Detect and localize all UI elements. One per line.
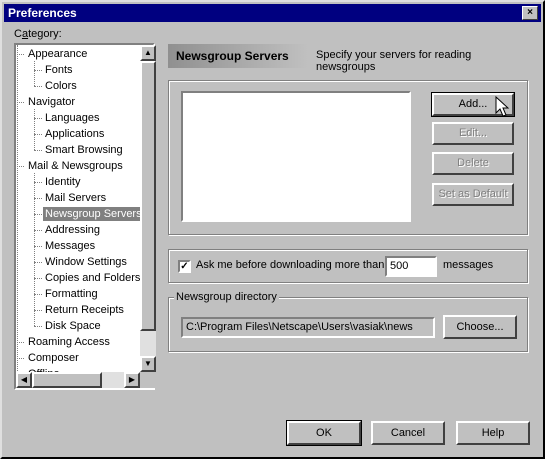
window-title: Preferences	[8, 6, 77, 20]
directory-path-field: C:\Program Files\Netscape\Users\vasiak\n…	[181, 317, 435, 338]
tree-item[interactable]: Formatting	[43, 287, 100, 301]
tree-connector	[34, 294, 42, 295]
tree-connector	[34, 150, 42, 151]
edit-button[interactable]: Edit...	[432, 122, 514, 145]
tree-connector	[34, 310, 42, 311]
h-scroll-thumb[interactable]	[32, 372, 102, 388]
panel-title: Newsgroup Servers	[176, 49, 289, 63]
tree-connector	[34, 262, 42, 263]
tree-item[interactable]: Return Receipts	[43, 303, 126, 317]
newsgroup-servers-list[interactable]	[181, 91, 411, 222]
message-limit-field[interactable]: 500	[385, 256, 437, 277]
set-as-default-button[interactable]: Set as Default	[432, 183, 514, 206]
tree-item[interactable]: Window Settings	[43, 255, 129, 269]
tree-item[interactable]: Colors	[43, 79, 79, 93]
tree-connector	[34, 246, 42, 247]
close-icon[interactable]: ×	[522, 6, 538, 20]
tree-connector	[34, 173, 35, 326]
tree-connector	[34, 278, 42, 279]
panel-description: Specify your servers for reading newsgro…	[316, 49, 472, 73]
tree-horizontal-scrollbar[interactable]: ◀ ▶	[16, 372, 140, 388]
tree-connector	[34, 61, 35, 86]
tree-item[interactable]: Messages	[43, 239, 97, 253]
tree-connector	[34, 182, 42, 183]
tree-item[interactable]: Addressing	[43, 223, 102, 237]
tree-connector	[34, 118, 42, 119]
cancel-button[interactable]: Cancel	[371, 421, 445, 445]
tree-connector	[17, 54, 24, 55]
ok-button[interactable]: OK	[286, 420, 362, 446]
tree-connector	[34, 214, 42, 215]
delete-button[interactable]: Delete	[432, 152, 514, 175]
tree-connector	[34, 70, 42, 71]
scroll-left-arrow-icon[interactable]: ◀	[16, 372, 32, 388]
tree-connector	[17, 45, 18, 375]
tree-item[interactable]: Copies and Folders	[43, 271, 142, 285]
tree-item[interactable]: Navigator	[26, 95, 77, 109]
tree-item[interactable]: Disk Space	[43, 319, 103, 333]
tree-connector	[17, 166, 24, 167]
category-tree[interactable]: Appearance Fonts Colors Navigator Languages A…	[14, 43, 155, 390]
tree-item[interactable]: Mail Servers	[43, 191, 108, 205]
tree-item[interactable]: Languages	[43, 111, 101, 125]
mouse-pointer-icon	[495, 96, 510, 117]
tree-item[interactable]: Fonts	[43, 63, 75, 77]
tree-connector	[34, 198, 42, 199]
tree-connector	[34, 86, 42, 87]
tree-connector	[34, 230, 42, 231]
tree-item[interactable]: Appearance	[26, 47, 89, 61]
tree-connector	[34, 134, 42, 135]
tree-item[interactable]: Composer	[26, 351, 81, 365]
help-button[interactable]: Help	[456, 421, 530, 445]
tree-item[interactable]: Mail & Newsgroups	[26, 159, 125, 173]
category-label: Category:	[14, 28, 62, 40]
tree-item[interactable]: Smart Browsing	[43, 143, 125, 157]
ask-before-download-label: Ask me before downloading more than	[196, 259, 385, 271]
tree-connector	[34, 326, 42, 327]
title-bar: Preferences ×	[4, 4, 541, 22]
ask-before-download-checkbox[interactable]: ✓	[178, 260, 191, 273]
tree-item[interactable]: Newsgroup Servers	[43, 207, 144, 221]
messages-label: messages	[443, 259, 494, 271]
scroll-corner	[140, 372, 156, 388]
tree-connector	[17, 342, 24, 343]
scroll-right-arrow-icon[interactable]: ▶	[124, 372, 140, 388]
scroll-up-arrow-icon[interactable]: ▲	[140, 45, 156, 61]
scroll-thumb[interactable]	[140, 61, 156, 331]
tree-vertical-scrollbar[interactable]: ▲ ▼	[140, 45, 156, 372]
choose-button[interactable]: Choose...	[443, 315, 517, 339]
panel-header: Newsgroup Servers Specify your servers f…	[168, 44, 528, 73]
scroll-down-arrow-icon[interactable]: ▼	[140, 356, 156, 372]
newsgroup-directory-label: Newsgroup directory	[174, 291, 279, 303]
tree-connector	[34, 109, 35, 150]
tree-connector	[17, 358, 24, 359]
tree-item[interactable]: Roaming Access	[26, 335, 112, 349]
tree-connector	[17, 102, 24, 103]
tree-item[interactable]: Identity	[43, 175, 82, 189]
tree-item[interactable]: Applications	[43, 127, 106, 141]
